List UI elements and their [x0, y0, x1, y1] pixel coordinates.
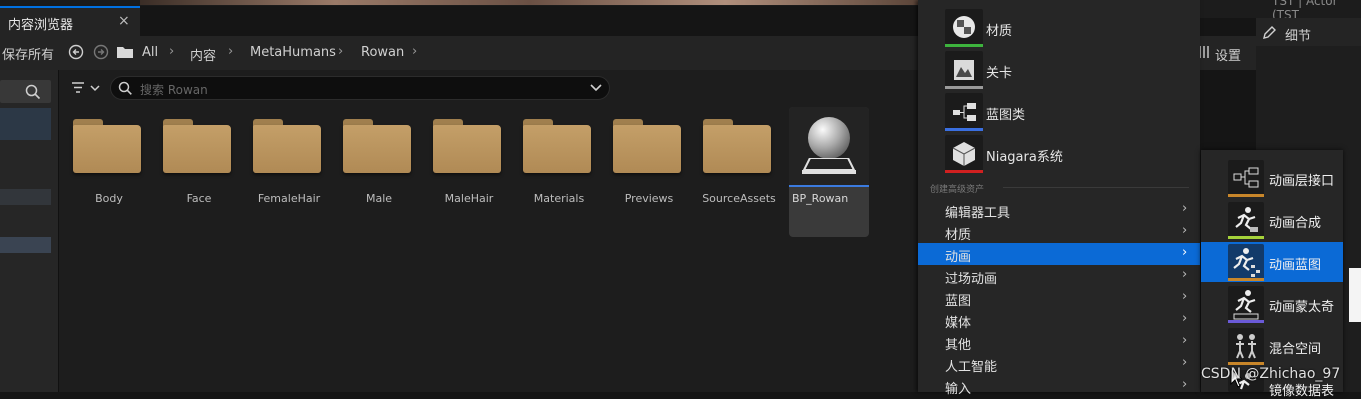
quick-item-label[interactable]: 材质: [986, 20, 1012, 39]
details-tab-title[interactable]: 细节: [1285, 25, 1311, 44]
quick-blueprint-class[interactable]: [945, 93, 983, 131]
color-bar: [1228, 278, 1264, 281]
viewport-preview: [140, 0, 920, 5]
tab-close-button[interactable]: ×: [118, 13, 130, 29]
menu-item-cinematics[interactable]: 过场动画 ›: [918, 265, 1200, 287]
chevron-down-icon[interactable]: [590, 84, 602, 92]
folder-label: FemaleHair: [257, 192, 321, 205]
save-all-button[interactable]: 保存所有: [2, 44, 54, 63]
submenu-label: 动画合成: [1269, 216, 1322, 231]
folder-label: Previews: [624, 192, 674, 205]
submenu-label: 动画蒙太奇: [1269, 300, 1335, 315]
anim-montage-icon: [1228, 286, 1264, 322]
filter-icon[interactable]: [71, 81, 103, 95]
sidebar-item-selected[interactable]: [0, 237, 51, 253]
chevron-right-icon[interactable]: ›: [169, 44, 174, 59]
chevron-right-icon[interactable]: ›: [228, 44, 233, 59]
menu-item-misc[interactable]: 其他 ›: [918, 331, 1200, 353]
color-bar: [1228, 362, 1264, 365]
quick-niagara-system[interactable]: [945, 135, 983, 173]
submenu-label: 动画蓝图: [1269, 258, 1322, 273]
menu-item-media[interactable]: 媒体 ›: [918, 309, 1200, 331]
breadcrumb-content[interactable]: 内容: [190, 45, 216, 64]
tooltip-fragment: [1349, 268, 1361, 322]
menu-item-input[interactable]: 输入 ›: [918, 375, 1200, 397]
submenu-label: 镜像数据表: [1269, 384, 1335, 399]
sphere-icon: [808, 117, 850, 159]
quick-item-label[interactable]: 关卡: [986, 62, 1012, 81]
breadcrumb-rowan[interactable]: Rowan: [361, 45, 404, 60]
quick-item-label[interactable]: Niagara系统: [986, 146, 1063, 165]
menu-item-animation[interactable]: 动画 ›: [918, 243, 1200, 265]
submenu-label: 混合空间: [1269, 342, 1322, 357]
material-color-bar: [945, 44, 983, 47]
blueprint-color-bar: [945, 128, 983, 131]
folder-label: SourceAssets: [702, 192, 776, 205]
asset-label: BP_Rowan: [792, 192, 849, 205]
folder-label: Body: [95, 192, 123, 205]
folder-male[interactable]: [343, 119, 411, 173]
anim-composite-icon: [1228, 202, 1264, 238]
folder-body[interactable]: [73, 119, 141, 173]
back-icon[interactable]: [68, 44, 84, 60]
folder-sourceassets[interactable]: [703, 119, 771, 173]
folder-label: Face: [186, 192, 212, 205]
folder-icon[interactable]: [116, 45, 134, 59]
sidebar-item[interactable]: [0, 108, 51, 140]
niagara-color-bar: [945, 170, 983, 173]
quick-material[interactable]: [945, 9, 983, 47]
breadcrumb-metahumans[interactable]: MetaHumans: [250, 45, 336, 60]
watermark: CSDN @Zhichao_97: [1201, 366, 1341, 382]
anim-layer-interface-icon: [1228, 160, 1264, 196]
folder-previews[interactable]: [613, 119, 681, 173]
blueprint-base-icon: [802, 158, 856, 174]
folder-label: Materials: [533, 192, 585, 205]
pencil-icon: [1263, 26, 1276, 39]
folder-materials[interactable]: [523, 119, 591, 173]
folder-label: Male: [365, 192, 393, 205]
folder-malehair[interactable]: [433, 119, 501, 173]
chevron-right-icon[interactable]: ›: [338, 44, 343, 59]
chevron-right-icon[interactable]: ›: [412, 44, 417, 59]
anim-blueprint-icon: [1228, 244, 1264, 280]
color-bar: [1228, 194, 1264, 197]
blend-space-icon: [1228, 328, 1264, 364]
sidebar-item[interactable]: [0, 189, 51, 205]
menu-item-material[interactable]: 材质 ›: [918, 221, 1200, 243]
menu-item-blueprint[interactable]: 蓝图 ›: [918, 287, 1200, 309]
folder-face[interactable]: [163, 119, 231, 173]
search-icon[interactable]: [25, 84, 41, 100]
quick-level[interactable]: [945, 51, 983, 89]
tab-title: 内容浏览器: [8, 18, 74, 33]
section-divider: [1003, 187, 1189, 188]
folder-femalehair[interactable]: [253, 119, 321, 173]
search-icon: [118, 81, 132, 95]
level-color-bar: [945, 86, 983, 89]
toolbar: [0, 36, 918, 70]
color-bar: [1228, 236, 1264, 239]
settings-button[interactable]: 设置: [1215, 45, 1241, 64]
section-label: 创建高级资产: [930, 185, 985, 195]
breadcrumb-all[interactable]: All: [142, 45, 158, 60]
menu-item-editor-tools[interactable]: 编辑器工具 ›: [918, 199, 1200, 221]
search-placeholder: 搜索 Rowan: [140, 83, 208, 97]
submenu-label: 动画层接口: [1269, 174, 1335, 189]
folder-label: MaleHair: [444, 192, 494, 205]
forward-icon[interactable]: [93, 44, 109, 60]
color-bar: [1228, 320, 1264, 323]
quick-item-label[interactable]: 蓝图类: [986, 104, 1025, 123]
menu-item-ai[interactable]: 人工智能 ›: [918, 353, 1200, 375]
